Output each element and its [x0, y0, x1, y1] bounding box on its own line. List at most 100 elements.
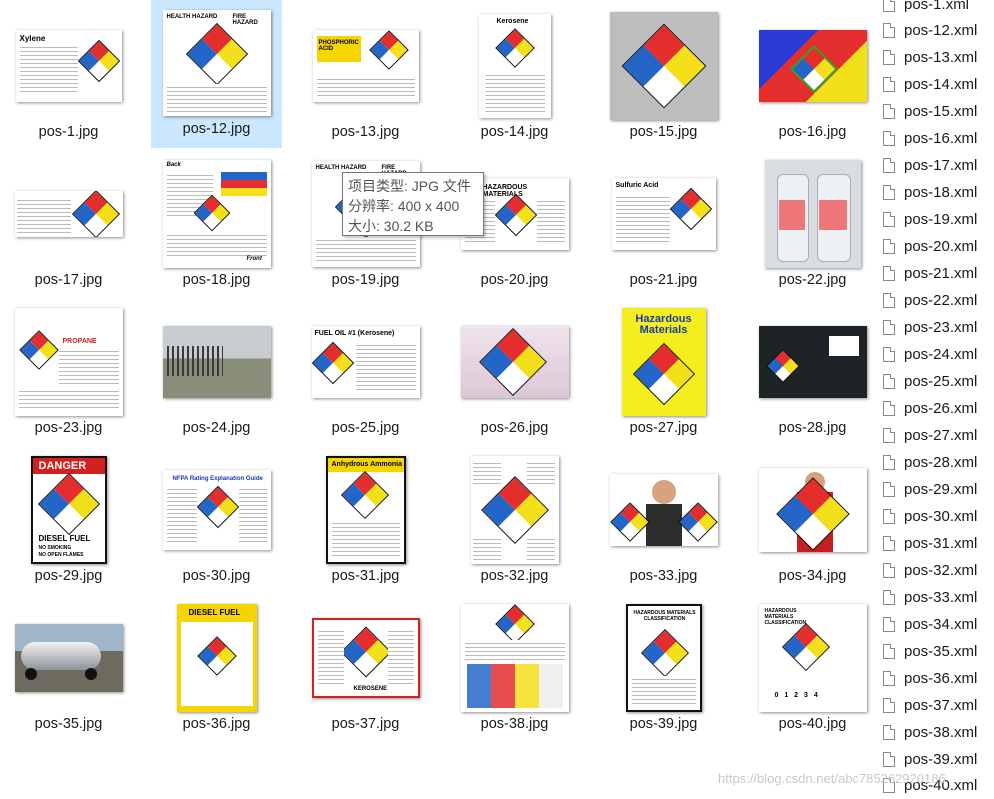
thumbnail-image: Anhydrous Ammonia — [325, 456, 406, 564]
file-name: pos-34.jpg — [778, 568, 847, 584]
file-icon — [883, 239, 895, 254]
file-item[interactable]: pos-19.xml — [878, 206, 994, 233]
file-name: pos-21.jpg — [629, 272, 698, 288]
file-name: pos-23.jpg — [34, 420, 103, 436]
file-name: pos-38.jpg — [480, 716, 549, 732]
thumbnail-image — [758, 326, 867, 398]
nfpa-diamond-icon — [340, 626, 391, 678]
nfpa-diamond-icon — [196, 636, 237, 676]
thumbnail-image: Sulfuric Acid — [611, 178, 716, 250]
file-tile[interactable]: pos-33.jpg — [598, 447, 729, 595]
file-tile[interactable]: FUEL OIL #1 (Kerosene) pos-25.jpg — [300, 299, 431, 447]
nfpa-diamond-icon — [368, 30, 409, 70]
file-item[interactable]: pos-33.xml — [878, 584, 994, 611]
file-item[interactable]: pos-14.xml — [878, 71, 994, 98]
file-tile[interactable]: pos-26.jpg — [449, 299, 580, 447]
file-tile[interactable]: DIESEL FUEL pos-36.jpg — [151, 595, 282, 743]
file-tile[interactable]: Anhydrous Ammonia pos-31.jpg — [300, 447, 431, 595]
file-icon — [883, 158, 895, 173]
file-name: pos-28.jpg — [778, 420, 847, 436]
file-item[interactable]: pos-15.xml — [878, 98, 994, 125]
file-tile[interactable]: HAZARDOUS MATERIALS CLASSIFICATION pos-3… — [598, 595, 729, 743]
file-item[interactable]: pos-24.xml — [878, 341, 994, 368]
file-tile[interactable]: pos-15.jpg — [598, 3, 729, 151]
file-item[interactable]: pos-23.xml — [878, 314, 994, 341]
file-tile[interactable]: pos-22.jpg — [747, 151, 878, 299]
file-item[interactable]: pos-32.xml — [878, 557, 994, 584]
file-tile-selected[interactable]: HEALTH HAZARD FIRE HAZARD pos-12.jpg — [151, 0, 282, 148]
nfpa-diamond-icon — [669, 187, 712, 231]
thumbnail-image — [758, 30, 867, 102]
nfpa-diamond-icon — [37, 472, 100, 536]
file-tile[interactable]: pos-16.jpg — [747, 3, 878, 151]
file-tile[interactable]: PHOSPHORIC ACID pos-13.jpg — [300, 3, 431, 151]
file-info-tooltip: 项目类型: JPG 文件 分辨率: 400 x 400 大小: 30.2 KB — [342, 172, 484, 236]
file-icon — [883, 617, 895, 632]
nfpa-diamond-icon — [494, 28, 535, 68]
file-item[interactable]: pos-16.xml — [878, 125, 994, 152]
file-icon — [883, 320, 895, 335]
file-tile[interactable]: NFPA Rating Explanation Guide pos-30.jpg — [151, 447, 282, 595]
file-tile[interactable]: Kerosene pos-14.jpg — [449, 3, 580, 151]
file-tile[interactable]: Sulfuric Acid pos-21.jpg — [598, 151, 729, 299]
file-tile[interactable]: pos-38.jpg — [449, 595, 580, 743]
nfpa-diamond-icon — [340, 470, 389, 520]
file-tile[interactable]: PROPANE pos-23.jpg — [3, 299, 134, 447]
file-tile[interactable]: HAZARDOUS MATERIALS CLASSIFICATION 0 1 2… — [747, 595, 878, 743]
file-item[interactable]: pos-21.xml — [878, 260, 994, 287]
file-tile[interactable]: pos-35.jpg — [3, 595, 134, 743]
thumbnail-image: DIESEL FUEL — [176, 604, 257, 712]
file-tile[interactable]: pos-28.jpg — [747, 299, 878, 447]
file-item[interactable]: pos-22.xml — [878, 287, 994, 314]
file-item[interactable]: pos-1.xml — [878, 0, 994, 18]
file-name: pos-26.jpg — [480, 420, 549, 436]
file-name: pos-27.jpg — [629, 420, 698, 436]
file-name: pos-29.jpg — [34, 568, 103, 584]
file-name: pos-12.jpg — [182, 121, 251, 137]
file-item[interactable]: pos-13.xml — [878, 44, 994, 71]
file-item[interactable]: pos-12.xml — [878, 17, 994, 44]
file-name: pos-14.jpg — [480, 124, 549, 140]
file-tile[interactable]: Back Front pos-18.jpg — [151, 151, 282, 299]
thumbnail-image: PHOSPHORIC ACID — [312, 30, 419, 102]
file-item[interactable]: pos-28.xml — [878, 449, 994, 476]
file-name: pos-16.jpg — [778, 124, 847, 140]
thumbnail-image: NFPA Rating Explanation Guide — [162, 470, 271, 550]
nfpa-diamond-icon — [775, 477, 850, 551]
file-tile[interactable]: KEROSENE pos-37.jpg — [300, 595, 431, 743]
file-name: pos-39.jpg — [629, 716, 698, 732]
file-name: pos-37.jpg — [331, 716, 400, 732]
file-icon — [883, 698, 895, 713]
file-tile[interactable]: Hazardous Materials pos-27.jpg — [598, 299, 729, 447]
file-item[interactable]: pos-36.xml — [878, 665, 994, 692]
file-name: pos-24.jpg — [182, 420, 251, 436]
file-item[interactable]: pos-27.xml — [878, 422, 994, 449]
file-item[interactable]: pos-30.xml — [878, 503, 994, 530]
file-item[interactable]: pos-17.xml — [878, 152, 994, 179]
file-tile[interactable]: pos-34.jpg — [747, 447, 878, 595]
file-item[interactable]: pos-37.xml — [878, 692, 994, 719]
file-item[interactable]: pos-29.xml — [878, 476, 994, 503]
file-item[interactable]: pos-34.xml — [878, 611, 994, 638]
nfpa-diamond-icon — [781, 622, 830, 672]
file-item[interactable]: pos-31.xml — [878, 530, 994, 557]
nfpa-diamond-icon — [77, 39, 120, 83]
file-tile[interactable]: pos-32.jpg — [449, 447, 580, 595]
file-name: pos-30.jpg — [182, 568, 251, 584]
file-item[interactable]: pos-26.xml — [878, 395, 994, 422]
file-item[interactable]: pos-35.xml — [878, 638, 994, 665]
file-tile[interactable]: Xylene pos-1.jpg — [3, 3, 134, 151]
file-icon — [883, 563, 895, 578]
nfpa-diamond-icon — [632, 342, 695, 406]
file-item[interactable]: pos-25.xml — [878, 368, 994, 395]
thumbnail-image: Xylene — [15, 30, 122, 102]
file-tile[interactable]: pos-24.jpg — [151, 299, 282, 447]
file-tile[interactable]: pos-17.jpg — [3, 151, 134, 299]
file-item[interactable]: pos-39.xml — [878, 746, 994, 773]
file-tile[interactable]: DANGER DIESEL FUEL NO SMOKING NO OPEN FL… — [3, 447, 134, 595]
file-item[interactable]: pos-38.xml — [878, 719, 994, 746]
file-item[interactable]: pos-20.xml — [878, 233, 994, 260]
file-name: pos-32.jpg — [480, 568, 549, 584]
file-item[interactable]: pos-18.xml — [878, 179, 994, 206]
file-icon — [883, 212, 895, 227]
